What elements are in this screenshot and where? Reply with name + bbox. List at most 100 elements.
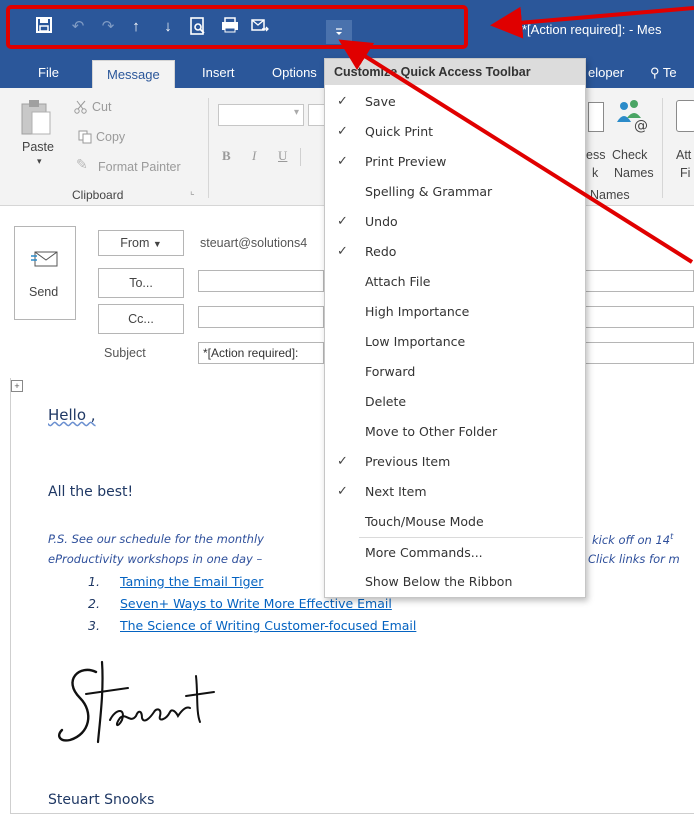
menu-item-attach-file[interactable]: Attach File	[325, 267, 585, 297]
previous-item-icon[interactable]: ↑	[126, 17, 146, 37]
bold-button[interactable]: B	[222, 148, 231, 164]
format-painter-button[interactable]: Format Painter	[98, 160, 181, 174]
paste-icon[interactable]	[18, 98, 58, 138]
menu-item-more-commands[interactable]: More Commands...	[325, 538, 585, 568]
list-number: 3.	[88, 618, 100, 633]
closing: All the best!	[48, 484, 134, 500]
font-size-box[interactable]	[308, 104, 324, 126]
table-move-handle-icon[interactable]: +	[11, 380, 23, 392]
chevron-down-icon: ▼	[152, 239, 162, 249]
forward-icon[interactable]	[250, 17, 270, 37]
check-icon: ✓	[337, 454, 348, 469]
quick-print-icon[interactable]	[220, 17, 240, 37]
copy-button[interactable]: Copy	[96, 130, 125, 144]
menu-item-quick-print[interactable]: ✓ Quick Print	[325, 117, 585, 147]
cut-button[interactable]: Cut	[92, 100, 111, 114]
menu-item-spelling-grammar[interactable]: Spelling & Grammar	[325, 177, 585, 207]
address-book-icon[interactable]	[588, 102, 604, 132]
menu-item-previous-item[interactable]: ✓ Previous Item	[325, 447, 585, 477]
menu-item-forward[interactable]: Forward	[325, 357, 585, 387]
check-icon: ✓	[337, 244, 348, 259]
cut-icon	[74, 100, 88, 117]
check-names-icon[interactable]: @	[614, 98, 650, 134]
list-number: 1.	[88, 574, 100, 589]
copy-icon	[78, 130, 92, 147]
check-icon: ✓	[337, 124, 348, 139]
check-icon: ✓	[337, 154, 348, 169]
menu-item-show-below-ribbon[interactable]: Show Below the Ribbon	[325, 567, 585, 597]
address-book-label[interactable]: ess	[586, 148, 605, 162]
from-label: From	[120, 236, 150, 250]
signature-name: Steuart Snooks	[48, 792, 155, 808]
menu-item-redo[interactable]: ✓ Redo	[325, 237, 585, 267]
tell-me-label: Te	[662, 65, 677, 80]
check-names-label[interactable]: Check	[612, 148, 647, 162]
handwritten-signature	[50, 650, 250, 760]
format-painter-icon: ✎	[76, 156, 88, 172]
customize-qat-menu: Customize Quick Access Toolbar ✓ Save ✓ Qu…	[324, 58, 586, 598]
check-icon: ✓	[337, 214, 348, 229]
print-preview-icon[interactable]	[188, 17, 208, 37]
tab-insert[interactable]: Insert	[202, 58, 235, 88]
link-taming-email-tiger[interactable]: Taming the Email Tiger	[120, 574, 263, 589]
menu-item-move-to-other-folder[interactable]: Move to Other Folder	[325, 417, 585, 447]
attach-label[interactable]: Att	[676, 148, 691, 162]
attach-label-2[interactable]: Fi	[680, 166, 690, 180]
window-title: *[Action required]: - Mes	[522, 22, 662, 37]
subject-label: Subject	[104, 346, 146, 360]
to-field-right[interactable]	[586, 270, 694, 292]
underline-button[interactable]: U	[278, 148, 287, 164]
menu-title: Customize Quick Access Toolbar	[325, 59, 585, 85]
redo-icon[interactable]: ↷	[98, 17, 118, 37]
menu-item-next-item[interactable]: ✓ Next Item	[325, 477, 585, 507]
menu-item-touch-mouse-mode[interactable]: Touch/Mouse Mode	[325, 507, 585, 537]
subject-field-right[interactable]	[586, 342, 694, 364]
link-seven-ways[interactable]: Seven+ Ways to Write More Effective Emai…	[120, 596, 392, 611]
menu-item-undo[interactable]: ✓ Undo	[325, 207, 585, 237]
group-divider	[208, 98, 209, 198]
names-group-label: Names	[590, 188, 630, 202]
menu-item-delete[interactable]: Delete	[325, 387, 585, 417]
menu-item-high-importance[interactable]: High Importance	[325, 297, 585, 327]
font-name-box[interactable]: ▾	[218, 104, 304, 126]
underline-dropdown-divider	[300, 148, 320, 166]
list-number: 2.	[88, 596, 100, 611]
greeting: Hello ,	[48, 406, 96, 424]
undo-icon[interactable]: ↶	[68, 17, 88, 37]
cc-field-right[interactable]	[586, 306, 694, 328]
clipboard-launcher-icon[interactable]: ⌞	[190, 186, 195, 197]
send-button[interactable]: Send	[14, 226, 76, 320]
from-button[interactable]: From ▼	[98, 230, 184, 256]
tab-options[interactable]: Options	[272, 58, 317, 88]
next-item-icon[interactable]: ↓	[158, 17, 178, 37]
subject-field[interactable]: *[Action required]:	[198, 342, 324, 364]
tab-tell-me[interactable]: ⚲ Te	[650, 58, 677, 88]
cc-button[interactable]: Cc...	[98, 304, 184, 334]
menu-item-print-preview[interactable]: ✓ Print Preview	[325, 147, 585, 177]
save-icon[interactable]	[34, 17, 54, 37]
quick-access-toolbar-highlight: ↶ ↷ ↑ ↓	[6, 5, 468, 49]
clipboard-group-label: Clipboard	[72, 188, 124, 202]
from-value: steuart@solutions4	[200, 236, 308, 250]
address-book-label-2[interactable]: k	[592, 166, 598, 180]
tab-message[interactable]: Message	[92, 60, 175, 88]
link-science-of-writing[interactable]: The Science of Writing Customer-focused …	[120, 618, 416, 633]
ps-line-2: eProductivity workshops in one day –	[48, 552, 263, 566]
ps-line-2-right: Click links for m	[588, 552, 680, 566]
menu-item-low-importance[interactable]: Low Importance	[325, 327, 585, 357]
menu-item-save[interactable]: ✓ Save	[325, 87, 585, 117]
paste-button[interactable]: Paste	[22, 140, 54, 154]
tab-developer[interactable]: eloper	[588, 58, 624, 88]
italic-button[interactable]: I	[252, 148, 256, 164]
customize-dropdown-icon[interactable]	[326, 20, 352, 44]
paste-dropdown-icon[interactable]: ▾	[37, 156, 42, 167]
cc-field[interactable]	[198, 306, 324, 328]
send-envelope-icon	[31, 249, 59, 272]
group-divider	[662, 98, 663, 198]
send-label: Send	[29, 285, 59, 299]
tab-file[interactable]: File	[38, 58, 59, 88]
to-field[interactable]	[198, 270, 324, 292]
attach-file-icon[interactable]	[676, 100, 694, 132]
check-names-label-2[interactable]: Names	[614, 166, 654, 180]
to-button[interactable]: To...	[98, 268, 184, 298]
